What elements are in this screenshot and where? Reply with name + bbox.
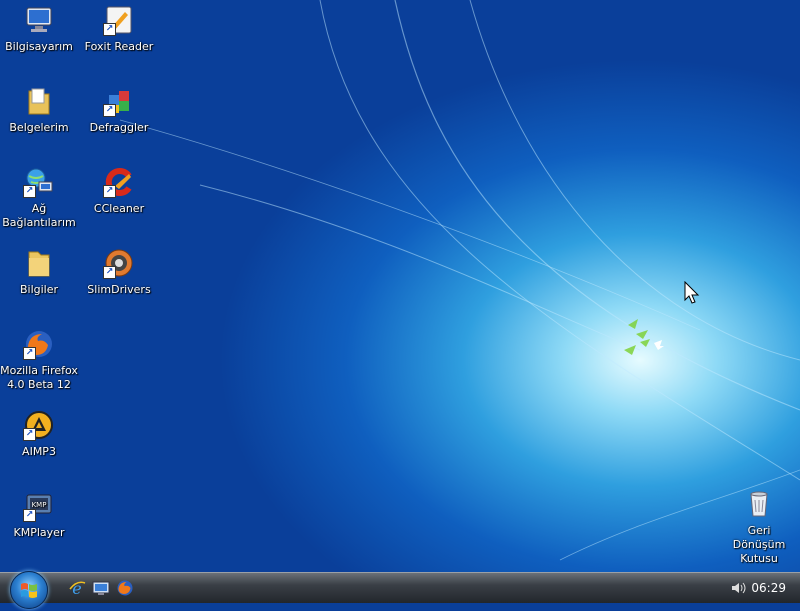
ccleaner-icon: ↗ xyxy=(103,166,135,198)
desktop-icon-aimp[interactable]: ↗ AIMP3 xyxy=(0,409,78,459)
system-tray: 06:29 xyxy=(720,573,800,603)
kmplayer-icon: KMP ↗ xyxy=(23,490,55,522)
firefox-icon: ↗ xyxy=(23,328,55,360)
start-button[interactable] xyxy=(10,571,48,609)
shortcut-arrow-icon: ↗ xyxy=(23,509,36,522)
documents-folder-icon xyxy=(23,85,55,117)
ie-icon[interactable]: e xyxy=(68,579,86,598)
taskbar: e 06:29 xyxy=(0,571,800,609)
computer-icon xyxy=(23,4,55,36)
desktop-icon-computer[interactable]: Bilgisayarım xyxy=(0,4,78,54)
desktop-icon-documents[interactable]: Belgelerim xyxy=(0,85,78,135)
desktop-icon-firefox[interactable]: ↗ Mozilla Firefox 4.0 Beta 12 xyxy=(0,328,78,392)
icon-label: Bilgiler xyxy=(19,283,59,296)
shortcut-arrow-icon: ↗ xyxy=(103,23,116,36)
icon-label: Ağ Bağlantılarım xyxy=(2,202,76,229)
folder-icon xyxy=(23,247,55,279)
icon-label: Defraggler xyxy=(89,121,149,134)
defraggler-icon: ↗ xyxy=(103,85,135,117)
foxit-reader-icon: ↗ xyxy=(103,4,135,36)
mouse-cursor-icon xyxy=(684,281,700,304)
network-icon: ↗ xyxy=(23,166,55,198)
icon-label: Foxit Reader xyxy=(84,40,154,53)
icon-label: Mozilla Firefox 4.0 Beta 12 xyxy=(0,364,78,391)
shortcut-arrow-icon: ↗ xyxy=(103,185,116,198)
desktop-icon-network[interactable]: ↗ Ağ Bağlantılarım xyxy=(0,166,78,230)
desktop-icon-ccleaner[interactable]: ↗ CCleaner xyxy=(80,166,158,216)
desktop-icon-foxit[interactable]: ↗ Foxit Reader xyxy=(80,4,158,54)
slimdrivers-icon: ↗ xyxy=(103,247,135,279)
windows-logo-icon xyxy=(21,583,37,598)
volume-icon[interactable] xyxy=(730,579,748,597)
icon-label: KMPlayer xyxy=(13,526,65,539)
desktop-icon-kmplayer[interactable]: KMP ↗ KMPlayer xyxy=(0,490,78,540)
shortcut-arrow-icon: ↗ xyxy=(23,185,36,198)
svg-text:KMP: KMP xyxy=(32,501,47,509)
show-desktop-icon[interactable] xyxy=(92,579,110,597)
icon-label: Bilgisayarım xyxy=(5,40,73,53)
icon-label: SlimDrivers xyxy=(87,283,151,296)
aimp-icon: ↗ xyxy=(23,409,55,441)
desktop-icon-defraggler[interactable]: ↗ Defraggler xyxy=(80,85,158,135)
clock[interactable]: 06:29 xyxy=(751,581,786,595)
desktop-icon-slimdrivers[interactable]: ↗ SlimDrivers xyxy=(80,247,158,297)
desktop-icon-bilgiler[interactable]: Bilgiler xyxy=(0,247,78,297)
icon-label: AIMP3 xyxy=(22,445,56,458)
desktop-icon-recycle-bin[interactable]: Geri Dönüşüm Kutusu xyxy=(720,488,798,566)
icon-label: CCleaner xyxy=(93,202,145,215)
shortcut-arrow-icon: ↗ xyxy=(103,104,116,117)
firefox-icon[interactable] xyxy=(116,579,134,597)
icon-label: Belgelerim xyxy=(9,121,69,134)
icon-label: Geri Dönüşüm Kutusu xyxy=(732,524,786,565)
shortcut-arrow-icon: ↗ xyxy=(23,428,36,441)
shortcut-arrow-icon: ↗ xyxy=(23,347,36,360)
recycle-bin-icon xyxy=(743,488,775,520)
shortcut-arrow-icon: ↗ xyxy=(103,266,116,279)
